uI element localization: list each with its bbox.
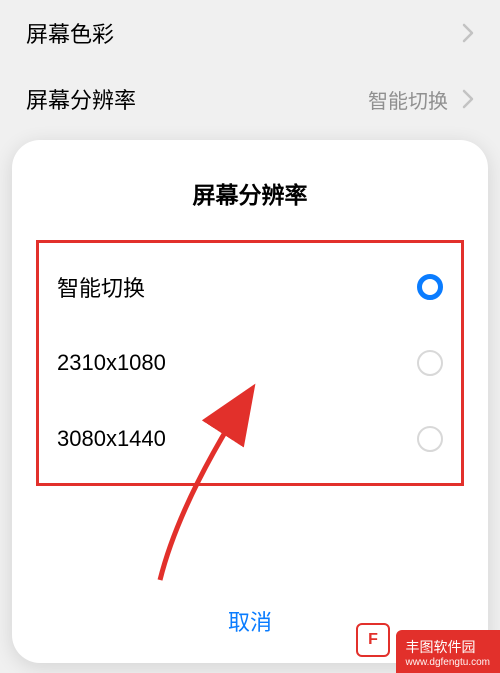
radio-icon — [417, 350, 443, 376]
options-group: 智能切换 2310x1080 3080x1440 — [36, 240, 464, 486]
watermark-brand: 丰图软件园 — [406, 638, 491, 656]
option-label: 2310x1080 — [57, 350, 166, 376]
resolution-dialog: 屏幕分辨率 智能切换 2310x1080 3080x1440 取消 — [12, 140, 488, 663]
option-3080x1440[interactable]: 3080x1440 — [49, 401, 451, 477]
radio-icon — [417, 274, 443, 300]
watermark-url: www.dgfengtu.com — [406, 656, 491, 669]
option-label: 智能切换 — [57, 271, 145, 303]
option-2310x1080[interactable]: 2310x1080 — [49, 325, 451, 401]
watermark-logo: F — [356, 623, 390, 657]
watermark: 丰图软件园 www.dgfengtu.com — [396, 630, 500, 673]
option-label: 3080x1440 — [57, 426, 166, 452]
dialog-title: 屏幕分辨率 — [36, 176, 464, 210]
option-smart-switch[interactable]: 智能切换 — [49, 249, 451, 325]
radio-icon — [417, 426, 443, 452]
